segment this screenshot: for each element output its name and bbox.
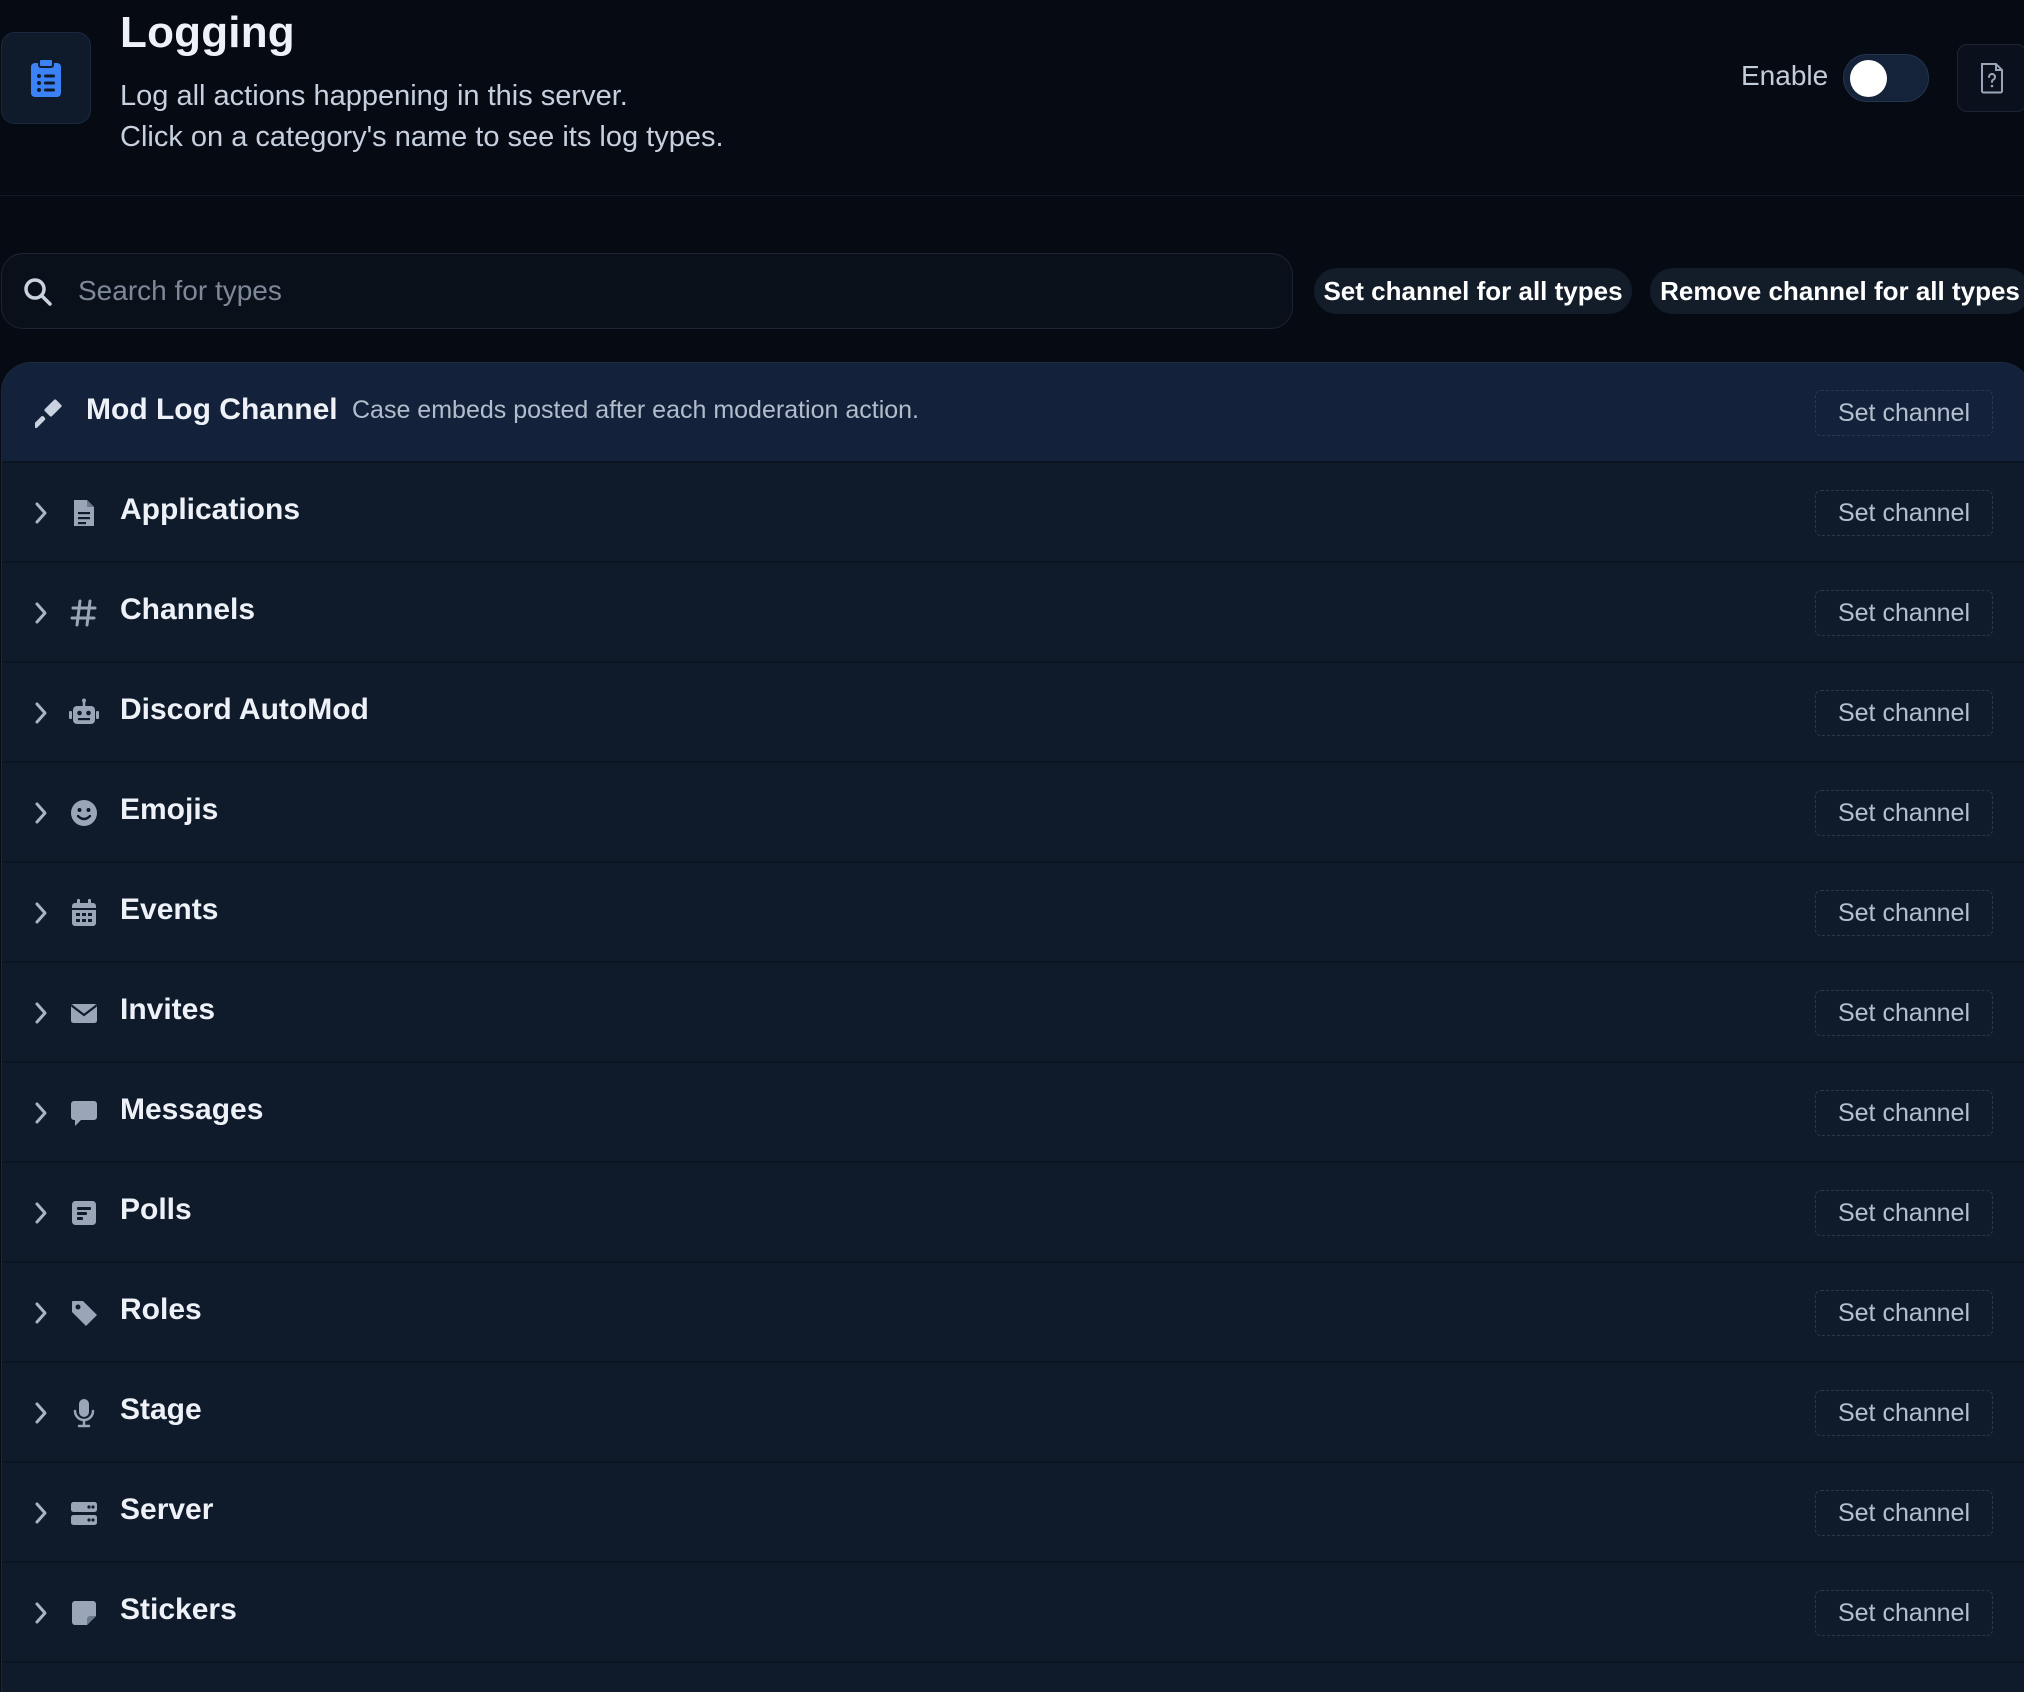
list-item-partial <box>2 1663 2024 1692</box>
mod-log-description: Case embeds posted after each moderation… <box>352 396 920 424</box>
chevron-right-icon <box>31 999 51 1027</box>
server-icon <box>68 1497 100 1529</box>
category-row-stage[interactable]: Stage Set channel <box>2 1363 2024 1463</box>
category-row-polls[interactable]: Polls Set channel <box>2 1163 2024 1263</box>
toggle-knob <box>1850 60 1887 97</box>
set-channel-all-button[interactable]: Set channel for all types <box>1314 268 1632 314</box>
chevron-right-icon <box>31 1399 51 1427</box>
category-label: Channels <box>120 593 256 626</box>
robot-icon <box>68 697 100 729</box>
file-icon <box>68 497 100 529</box>
category-row-events[interactable]: Events Set channel <box>2 863 2024 963</box>
mod-log-row: Mod Log Channel Case embeds posted after… <box>2 363 2024 463</box>
category-label: Messages <box>120 1093 264 1126</box>
chevron-right-icon <box>31 1199 51 1227</box>
clipboard-list-icon <box>29 58 63 98</box>
set-channel-button[interactable]: Set channel <box>1815 1590 1993 1636</box>
envelope-icon <box>68 997 100 1029</box>
logging-logo <box>1 32 91 124</box>
category-row-invites[interactable]: Invites Set channel <box>2 963 2024 1063</box>
chevron-right-icon <box>31 799 51 827</box>
category-label: Discord AutoMod <box>120 693 369 726</box>
category-row-server[interactable]: Server Set channel <box>2 1463 2024 1563</box>
smile-icon <box>68 797 100 829</box>
set-channel-button[interactable]: Set channel <box>1815 690 1993 736</box>
category-row-messages[interactable]: Messages Set channel <box>2 1063 2024 1163</box>
category-row-channels[interactable]: Channels Set channel <box>2 563 2024 663</box>
category-row-stickers[interactable]: Stickers Set channel <box>2 1563 2024 1663</box>
remove-channel-all-button[interactable]: Remove channel for all types <box>1650 268 2024 314</box>
chevron-right-icon <box>31 899 51 927</box>
category-label: Stage <box>120 1393 202 1426</box>
set-channel-button[interactable]: Set channel <box>1815 1090 1993 1136</box>
calendar-icon <box>68 897 100 929</box>
set-channel-button[interactable]: Set channel <box>1815 790 1993 836</box>
description-line: Log all actions happening in this server… <box>120 80 628 112</box>
category-label: Roles <box>120 1293 202 1326</box>
chevron-right-icon <box>31 1599 51 1627</box>
category-row-emojis[interactable]: Emojis Set channel <box>2 763 2024 863</box>
chevron-right-icon <box>31 1299 51 1327</box>
category-label: Applications <box>120 493 301 526</box>
chevron-right-icon <box>31 699 51 727</box>
search-icon <box>22 276 54 308</box>
search-input[interactable] <box>78 268 1258 314</box>
enable-toggle[interactable] <box>1843 54 1929 102</box>
chevron-right-icon <box>31 1499 51 1527</box>
category-label: Emojis <box>120 793 219 826</box>
message-icon <box>68 1097 100 1129</box>
category-label: Polls <box>120 1193 192 1226</box>
microphone-icon <box>68 1397 100 1429</box>
category-row-applications[interactable]: Applications Set channel <box>2 463 2024 563</box>
set-channel-button[interactable]: Set channel <box>1815 1490 1993 1536</box>
chevron-right-icon <box>31 599 51 627</box>
set-channel-button[interactable]: Set channel <box>1815 390 1993 436</box>
set-channel-button[interactable]: Set channel <box>1815 990 1993 1036</box>
chevron-right-icon <box>31 1099 51 1127</box>
hashtag-icon <box>68 597 100 629</box>
search-bar <box>1 253 1293 329</box>
set-channel-button[interactable]: Set channel <box>1815 590 1993 636</box>
set-channel-button[interactable]: Set channel <box>1815 1390 1993 1436</box>
category-label: Stickers <box>120 1593 237 1626</box>
category-label: Events <box>120 893 219 926</box>
set-channel-button[interactable]: Set channel <box>1815 1290 1993 1336</box>
set-channel-button[interactable]: Set channel <box>1815 890 1993 936</box>
poll-icon <box>68 1197 100 1229</box>
chevron-right-icon <box>31 499 51 527</box>
category-label: Server <box>120 1493 214 1526</box>
file-question-icon <box>1979 62 2005 94</box>
set-channel-button[interactable]: Set channel <box>1815 1190 1993 1236</box>
mod-log-label: Mod Log Channel <box>86 393 338 426</box>
logging-page: Logging Log all actions happening in thi… <box>0 0 2024 1692</box>
description-line: Click on a category's name to see its lo… <box>120 121 724 153</box>
set-channel-button[interactable]: Set channel <box>1815 490 1993 536</box>
enable-label: Enable <box>1741 60 1829 91</box>
page-header: Logging Log all actions happening in thi… <box>0 0 2024 196</box>
gavel-icon <box>35 397 67 429</box>
page-title: Logging <box>120 8 295 57</box>
category-list: Mod Log Channel Case embeds posted after… <box>1 362 2024 1692</box>
sticker-icon <box>68 1597 100 1629</box>
help-button[interactable] <box>1957 44 2024 112</box>
category-label: Invites <box>120 993 216 1026</box>
tag-icon <box>68 1297 100 1329</box>
page-description: Log all actions happening in this server… <box>120 76 724 158</box>
category-row-roles[interactable]: Roles Set channel <box>2 1263 2024 1363</box>
category-row-discord-automod[interactable]: Discord AutoMod Set channel <box>2 663 2024 763</box>
